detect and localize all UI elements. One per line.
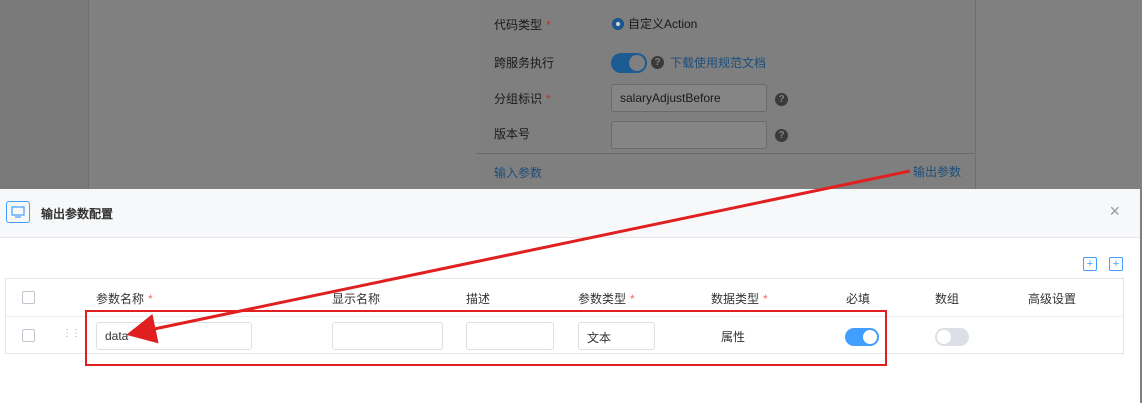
chevron-down-icon: ⌵ bbox=[587, 327, 597, 341]
cross-service-toggle[interactable] bbox=[611, 53, 647, 73]
required-toggle[interactable] bbox=[845, 328, 879, 346]
background-middle-panel bbox=[88, 0, 476, 190]
background-right-panel bbox=[975, 0, 1142, 190]
version-label: 版本号 bbox=[494, 127, 531, 141]
version-row: 版本号 bbox=[494, 124, 594, 144]
col-array: 数组 bbox=[935, 292, 960, 306]
cross-service-label: 跨服务执行 bbox=[494, 56, 555, 70]
version-input[interactable] bbox=[611, 121, 767, 149]
tab-output-params[interactable]: 输出参数 bbox=[913, 162, 961, 182]
cross-service-row: 跨服务执行 bbox=[494, 53, 594, 73]
param-type-select[interactable]: 文本 ⌵ bbox=[578, 322, 655, 350]
download-doc-link[interactable]: 下载使用规范文档 bbox=[670, 53, 766, 73]
select-all-checkbox[interactable] bbox=[22, 291, 35, 304]
params-table: 参数名称 * 显示名称 描述 参数类型 * 数据类型 * 必填 数组 高级设置 ⋮⋮ … bbox=[5, 278, 1124, 354]
table-header: 参数名称 * 显示名称 描述 参数类型 * 数据类型 * 必填 数组 高级设置 bbox=[6, 279, 1123, 317]
monitor-icon bbox=[6, 201, 30, 223]
col-required: 必填 bbox=[846, 292, 871, 306]
row-checkbox[interactable] bbox=[22, 329, 35, 342]
add-row-icon[interactable]: + bbox=[1083, 257, 1097, 271]
modal-title: 输出参数配置 bbox=[41, 207, 114, 221]
col-desc: 描述 bbox=[466, 292, 491, 306]
col-param-type: 参数类型 * bbox=[578, 292, 635, 306]
close-icon[interactable]: × bbox=[1109, 201, 1120, 222]
code-type-radio[interactable] bbox=[612, 18, 624, 30]
code-type-row: 代码类型 * bbox=[494, 15, 594, 35]
group-id-row: 分组标识 * bbox=[494, 89, 594, 109]
form-divider bbox=[476, 153, 974, 154]
data-type-value[interactable]: 属性 bbox=[721, 328, 745, 345]
drag-handle-icon[interactable]: ⋮⋮ bbox=[62, 328, 81, 339]
required-mark: * bbox=[546, 92, 551, 106]
code-type-radio-label[interactable]: 自定义Action bbox=[628, 15, 697, 32]
group-id-label: 分组标识 bbox=[494, 92, 543, 106]
help-icon[interactable]: ? bbox=[775, 93, 788, 106]
background-left-panel bbox=[0, 0, 88, 190]
group-id-input[interactable]: salaryAdjustBefore bbox=[611, 84, 767, 112]
col-data-type: 数据类型 * bbox=[711, 292, 768, 306]
code-type-label: 代码类型 bbox=[494, 18, 543, 32]
col-display-name: 显示名称 bbox=[332, 292, 381, 306]
array-toggle[interactable] bbox=[935, 328, 969, 346]
modal-header: 输出参数配置 × bbox=[0, 189, 1140, 238]
help-icon[interactable]: ? bbox=[775, 129, 788, 142]
output-params-modal: 输出参数配置 × + + 参数名称 * 显示名称 描述 参数类型 * 数据类型 * 必… bbox=[0, 189, 1140, 403]
col-advanced: 高级设置 bbox=[1028, 292, 1077, 306]
help-icon[interactable]: ? bbox=[651, 56, 664, 69]
batch-add-icon[interactable]: + bbox=[1109, 257, 1123, 271]
display-name-input[interactable] bbox=[332, 322, 443, 350]
param-name-input[interactable]: data bbox=[96, 322, 252, 350]
col-name: 参数名称 * bbox=[96, 292, 153, 306]
required-mark: * bbox=[546, 18, 551, 32]
tab-input-params[interactable]: 输入参数 bbox=[494, 163, 542, 183]
desc-input[interactable] bbox=[466, 322, 554, 350]
